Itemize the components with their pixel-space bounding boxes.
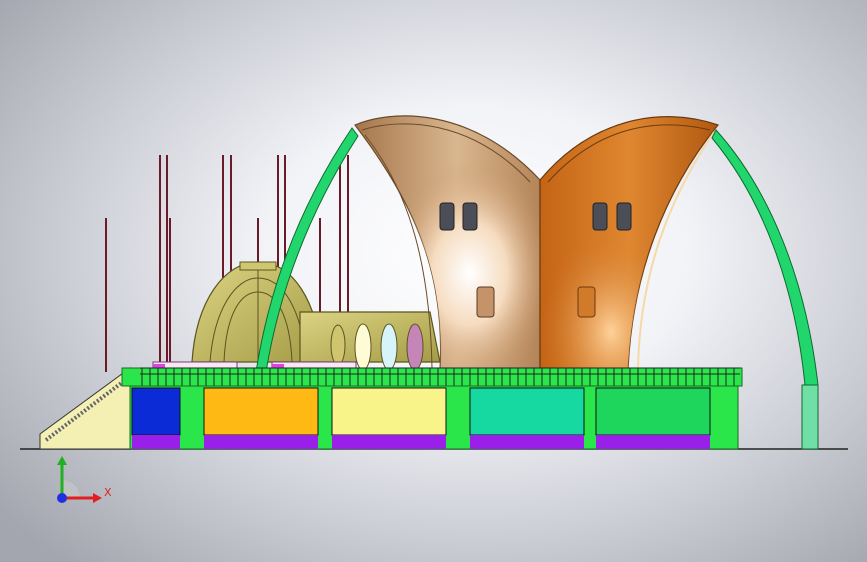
- purple-strip: [596, 435, 710, 449]
- shell-window: [439, 202, 455, 231]
- purple-strip: [332, 435, 446, 449]
- oval-window: [406, 323, 424, 371]
- purple-strip: [470, 435, 584, 449]
- shell-door: [476, 286, 495, 318]
- right-shell: [539, 116, 720, 371]
- purple-strip: [132, 435, 180, 449]
- purple-strip: [204, 435, 318, 449]
- panel-blue: [131, 387, 181, 436]
- panel-orange: [203, 387, 319, 436]
- x-axis-label: X: [104, 486, 112, 499]
- shell-window: [616, 202, 632, 231]
- panel-green: [595, 387, 711, 436]
- base: [129, 385, 739, 450]
- axis-triad: X: [57, 456, 112, 503]
- deck: [121, 367, 743, 387]
- z-axis-dot: [57, 493, 67, 503]
- panel-teal: [469, 387, 585, 436]
- shell-door: [577, 286, 596, 318]
- oval-window: [380, 323, 398, 371]
- oval-window: [330, 324, 346, 366]
- model-viewport[interactable]: [0, 0, 867, 562]
- shell-window: [462, 202, 478, 231]
- corridor: [299, 311, 441, 371]
- stair: [39, 367, 131, 450]
- panel-yellow: [331, 387, 447, 436]
- shell-window: [592, 202, 608, 231]
- oval-window: [354, 323, 372, 371]
